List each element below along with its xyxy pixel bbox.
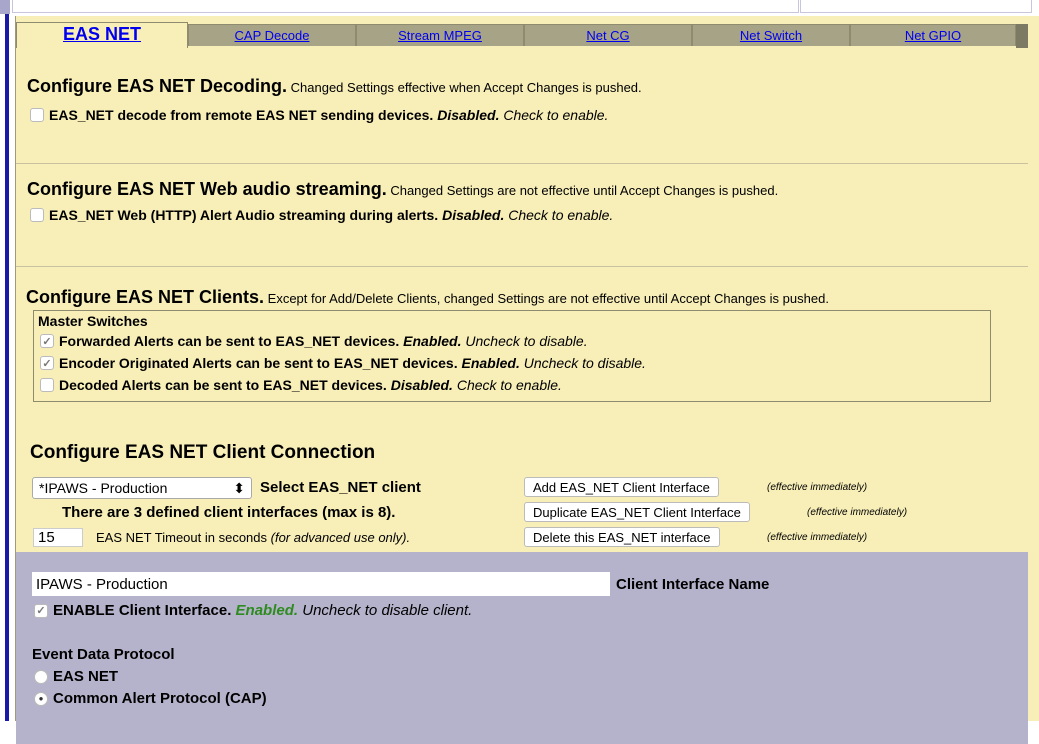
tab-net-cg[interactable]: Net CG	[524, 24, 692, 46]
client-name-input[interactable]	[32, 572, 610, 596]
encoder-label: Encoder Originated Alerts can be sent to…	[59, 355, 458, 371]
top-strip	[0, 0, 1039, 16]
decode-remote-option[interactable]: EAS_NET decode from remote EAS NET sendi…	[30, 107, 608, 123]
switch-forwarded[interactable]: Forwarded Alerts can be sent to EAS_NET …	[40, 333, 588, 349]
clients-heading: Configure EAS NET Clients.	[26, 287, 265, 307]
cap-radio[interactable]: ●	[34, 691, 48, 706]
tab-cap-decode[interactable]: CAP Decode	[188, 24, 356, 46]
decoded-hint: Check to enable.	[456, 377, 562, 393]
timeout-label: EAS NET Timeout in seconds	[96, 530, 268, 545]
decoded-status: Disabled.	[390, 377, 453, 393]
add-client-note: (effective immediately)	[767, 482, 868, 493]
encoder-hint: Uncheck to disable.	[523, 355, 646, 371]
select-arrows-icon: ⬍	[233, 479, 245, 496]
eas-net-radio-label: EAS NET	[53, 668, 119, 685]
tab-bar-end	[1016, 24, 1028, 48]
enable-client-option[interactable]: ENABLE Client Interface. Enabled. Unchec…	[34, 602, 472, 619]
enable-client-checkbox[interactable]	[34, 603, 48, 618]
protocol-option-cap[interactable]: ● Common Alert Protocol (CAP)	[34, 690, 267, 707]
web-audio-heading: Configure EAS NET Web audio streaming.	[27, 179, 387, 199]
settings-panel: EAS NET CAP Decode Stream MPEG Net CG Ne…	[15, 16, 1039, 744]
divider	[16, 163, 1028, 164]
left-blue-line	[5, 14, 9, 721]
master-switches-box: Master Switches Forwarded Alerts can be …	[33, 310, 991, 402]
protocol-title: Event Data Protocol	[32, 646, 175, 663]
timeout-note: (for advanced use only).	[270, 530, 411, 545]
delete-client-note: (effective immediately)	[767, 532, 868, 543]
decoding-heading: Configure EAS NET Decoding.	[27, 76, 288, 96]
encoder-checkbox[interactable]	[40, 356, 54, 370]
left-border	[0, 14, 12, 721]
forwarded-checkbox[interactable]	[40, 334, 54, 348]
client-interface-panel: Client Interface Name ENABLE Client Inte…	[16, 552, 1028, 744]
decode-remote-label: EAS_NET decode from remote EAS NET sendi…	[49, 107, 434, 123]
client-select-value: *IPAWS - Production	[39, 480, 168, 496]
tab-net-gpio[interactable]: Net GPIO	[850, 24, 1016, 46]
web-audio-label: EAS_NET Web (HTTP) Alert Audio streaming…	[49, 207, 439, 223]
tab-bar: EAS NET CAP Decode Stream MPEG Net CG Ne…	[16, 22, 1028, 48]
web-audio-checkbox[interactable]	[30, 208, 44, 222]
duplicate-client-note: (effective immediately)	[807, 507, 908, 518]
enable-client-label: ENABLE Client Interface.	[53, 602, 232, 619]
protocol-option-eas-net[interactable]: EAS NET	[34, 668, 118, 685]
web-audio-section: Configure EAS NET Web audio streaming. C…	[27, 179, 778, 200]
web-audio-option[interactable]: EAS_NET Web (HTTP) Alert Audio streaming…	[30, 207, 613, 223]
divider	[16, 266, 1028, 267]
add-client-button[interactable]: Add EAS_NET Client Interface	[524, 477, 719, 497]
decode-remote-checkbox[interactable]	[30, 108, 44, 122]
client-name-label: Client Interface Name	[616, 576, 770, 593]
client-select-label: Select EAS_NET client	[260, 479, 421, 496]
decoding-note: Changed Settings effective when Accept C…	[290, 80, 642, 95]
duplicate-client-button[interactable]: Duplicate EAS_NET Client Interface	[524, 502, 750, 522]
top-field-right	[800, 0, 1032, 13]
decoded-label: Decoded Alerts can be sent to EAS_NET de…	[59, 377, 387, 393]
decoding-section: Configure EAS NET Decoding. Changed Sett…	[27, 76, 642, 97]
timeout-input[interactable]	[33, 528, 83, 547]
encoder-status: Enabled.	[461, 355, 520, 371]
delete-client-button[interactable]: Delete this EAS_NET interface	[524, 527, 720, 547]
tab-stream-mpeg[interactable]: Stream MPEG	[356, 24, 524, 46]
cap-radio-label: Common Alert Protocol (CAP)	[53, 690, 267, 707]
switch-decoded[interactable]: Decoded Alerts can be sent to EAS_NET de…	[40, 377, 562, 393]
web-audio-hint: Check to enable.	[508, 207, 614, 223]
web-audio-note: Changed Settings are not effective until…	[390, 183, 779, 198]
web-audio-status: Disabled.	[442, 207, 505, 223]
clients-section: Configure EAS NET Clients. Except for Ad…	[26, 287, 829, 308]
enable-client-hint: Uncheck to disable client.	[302, 602, 473, 619]
decode-remote-hint: Check to enable.	[503, 107, 609, 123]
tab-net-switch[interactable]: Net Switch	[692, 24, 850, 46]
client-count-text: There are 3 defined client interfaces (m…	[62, 504, 396, 521]
forwarded-label: Forwarded Alerts can be sent to EAS_NET …	[59, 333, 400, 349]
forwarded-status: Enabled.	[403, 333, 462, 349]
master-switches-title: Master Switches	[38, 313, 148, 329]
eas-net-radio[interactable]	[34, 669, 48, 684]
clients-note: Except for Add/Delete Clients, changed S…	[267, 291, 829, 306]
top-field	[12, 0, 799, 13]
enable-client-status: Enabled.	[235, 602, 299, 619]
timeout-label-row: EAS NET Timeout in seconds (for advanced…	[96, 530, 410, 545]
switch-encoder[interactable]: Encoder Originated Alerts can be sent to…	[40, 355, 646, 371]
tab-eas-net[interactable]: EAS NET	[16, 22, 188, 48]
decoded-checkbox[interactable]	[40, 378, 54, 392]
client-select[interactable]: *IPAWS - Production ⬍	[32, 477, 252, 499]
forwarded-hint: Uncheck to disable.	[465, 333, 588, 349]
connection-heading: Configure EAS NET Client Connection	[30, 442, 376, 463]
decode-remote-status: Disabled.	[437, 107, 500, 123]
